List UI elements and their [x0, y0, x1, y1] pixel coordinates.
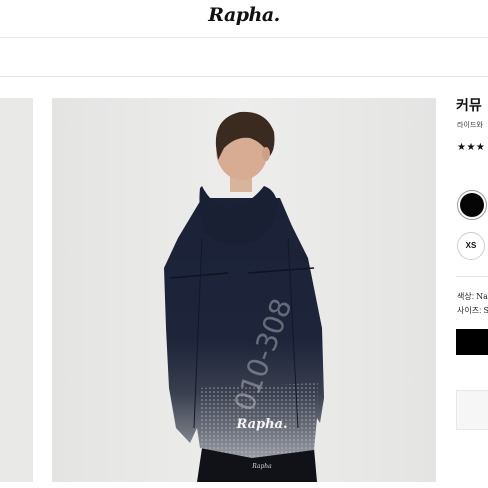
product-photo: 010-308 Rapha. Rapha [52, 98, 436, 482]
product-info-panel: 커뮤 라이드와 ★★★ XS 색상: Nav 사이즈: S [456, 98, 488, 488]
color-swatch-selected[interactable] [457, 190, 487, 220]
info-box [456, 390, 488, 430]
selected-size-label: 사이즈: [457, 306, 484, 315]
product-main-image[interactable]: 010-308 Rapha. Rapha [52, 98, 436, 482]
selected-color: 색상: Nav [457, 291, 488, 302]
divider [456, 276, 488, 277]
selected-size: 사이즈: S [457, 305, 488, 316]
selected-color-label: 색상: [457, 292, 477, 301]
rating-stars[interactable]: ★★★ [457, 142, 485, 153]
size-option-xs[interactable]: XS [457, 232, 485, 260]
selected-color-value: Nav [476, 292, 488, 301]
jacket-logo: Rapha. [235, 417, 287, 432]
add-to-cart-button[interactable] [456, 329, 488, 355]
product-title: 커뮤 [456, 98, 482, 113]
product-subtitle: 라이드와 [457, 122, 483, 129]
site-header: Rapha. [0, 0, 488, 38]
product-thumbnail-previous[interactable] [0, 98, 33, 482]
secondary-nav-bar [0, 38, 488, 77]
selected-size-value: S [483, 306, 488, 315]
trousers-logo: Rapha [251, 463, 272, 470]
brand-logo[interactable]: Rapha. [0, 4, 488, 26]
color-swatch-dot [460, 193, 484, 217]
